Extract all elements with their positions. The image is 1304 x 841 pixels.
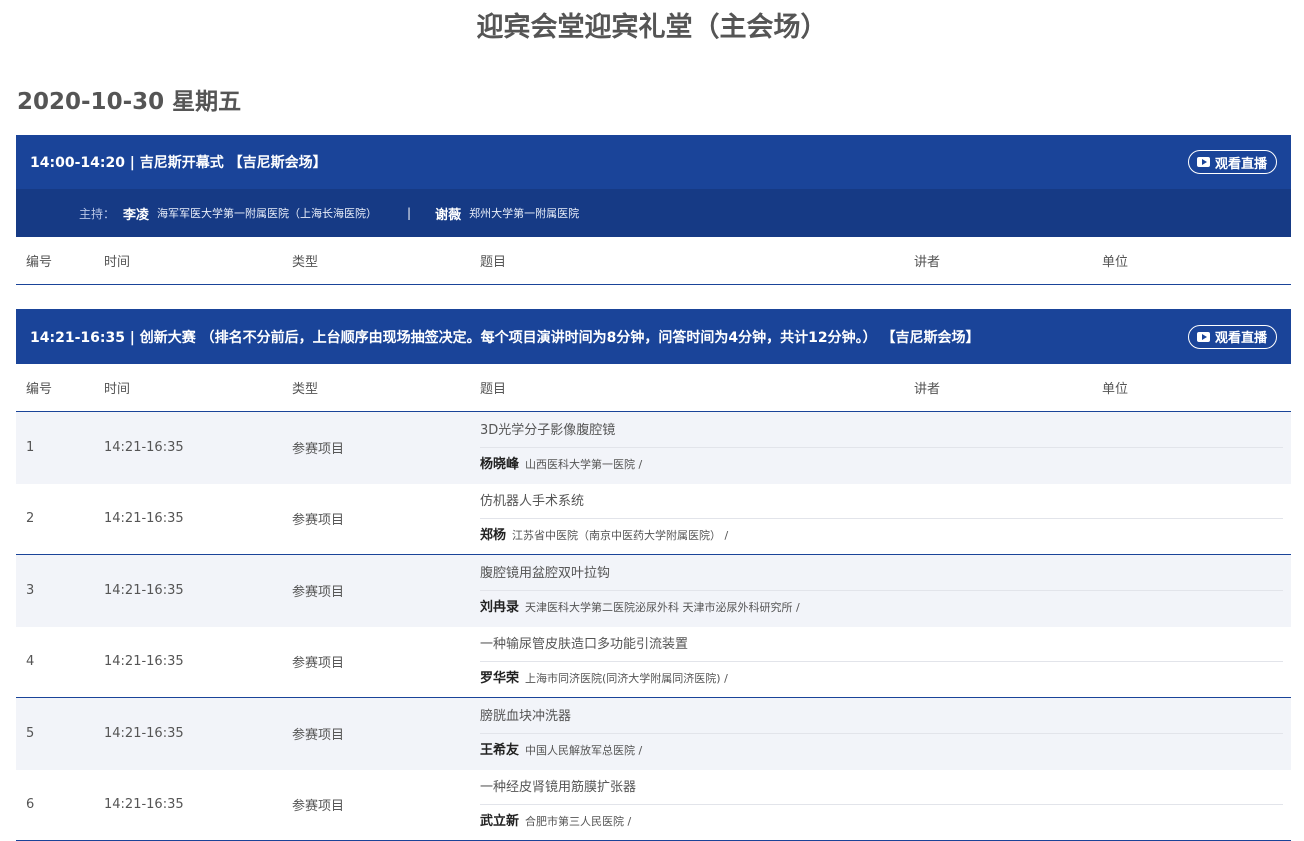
row-number: 4 [26, 654, 35, 670]
topic-speaker: 王希友 中国人民解放军总医院 / [480, 734, 1283, 768]
row-time: 14:21-16:35 [104, 440, 184, 456]
watch-live-label: 观看直播 [1214, 331, 1267, 346]
speaker-name: 郑杨 [480, 527, 507, 543]
row-number: 3 [26, 583, 35, 599]
col-type: 类型 [292, 382, 319, 397]
speaker-org: 中国人民解放军总医院 / [525, 743, 643, 757]
session-header: 14:00-14:20 | 吉尼斯开幕式 【吉尼斯会场】 观看直播 [16, 135, 1291, 189]
host-org: 郑州大学第一附属医院 [469, 207, 580, 220]
col-type: 类型 [292, 255, 319, 270]
table-row: 1 14:21-16:35 参赛项目 3D光学分子影像腹腔镜 杨晓峰 山西医科大学… [16, 412, 1291, 484]
col-time: 时间 [104, 382, 131, 397]
topic-speaker: 刘冉录 天津医科大学第二医院泌尿外科 天津市泌尿外科研究所 / [480, 591, 1283, 625]
table-header: 编号 时间 类型 题目 讲者 单位 [16, 237, 1291, 285]
watch-live-label: 观看直播 [1214, 156, 1267, 172]
col-speaker: 讲者 [914, 255, 941, 270]
row-topic: 3D光学分子影像腹腔镜 杨晓峰 山西医科大学第一医院 / [480, 414, 1291, 482]
speaker-name: 杨晓峰 [480, 456, 520, 472]
col-topic: 题目 [480, 382, 507, 397]
topic-title: 一种输尿管皮肤造口多功能引流装置 [480, 628, 1283, 662]
watch-live-button[interactable]: 观看直播 [1187, 150, 1277, 174]
speaker-name: 武立新 [480, 813, 520, 829]
topic-title: 一种经皮肾镜用筋膜扩张器 [480, 771, 1283, 805]
row-topic: 一种经皮肾镜用筋膜扩张器 武立新 合肥市第三人民医院 / [480, 771, 1291, 839]
row-time: 14:21-16:35 [104, 511, 184, 527]
speaker-name: 罗华荣 [480, 670, 520, 686]
page-title: 迎宾会堂迎宾礼堂（主会场） [476, 12, 828, 43]
row-number: 6 [26, 797, 35, 813]
row-type: 参赛项目 [292, 442, 345, 458]
row-topic: 腹腔镜用盆腔双叶拉钩 刘冉录 天津医科大学第二医院泌尿外科 天津市泌尿外科研究所 … [480, 557, 1291, 625]
row-type: 参赛项目 [292, 728, 345, 744]
row-type: 参赛项目 [292, 799, 345, 815]
host-bar: 主持： 李凌 海军军医大学第一附属医院（上海长海医院） | 谢薇 郑州大学第一附… [16, 189, 1291, 237]
table-row: 2 14:21-16:35 参赛项目 仿机器人手术系统 郑杨 江苏省中医院（南京中… [16, 484, 1291, 555]
table-row: 3 14:21-16:35 参赛项目 腹腔镜用盆腔双叶拉钩 刘冉录 天津医科大学第… [16, 555, 1291, 627]
host-label: 主持： [79, 206, 116, 221]
topic-title: 膀胱血块冲洗器 [480, 700, 1283, 734]
host-name: 李凌 [123, 207, 150, 223]
session-header: 14:21-16:35 | 创新大赛 （排名不分前后，上台顺序由现场抽签决定。每… [16, 309, 1291, 364]
topic-title: 仿机器人手术系统 [480, 485, 1283, 519]
session-title: 14:00-14:20 | 吉尼斯开幕式 【吉尼斯会场】 [30, 155, 327, 171]
row-time: 14:21-16:35 [104, 726, 184, 742]
row-time: 14:21-16:35 [104, 797, 184, 813]
col-unit: 单位 [1102, 255, 1129, 270]
host-org: 海军军医大学第一附属医院（上海长海医院） [157, 207, 378, 220]
row-topic: 膀胱血块冲洗器 王希友 中国人民解放军总医院 / [480, 700, 1291, 768]
row-number: 1 [26, 440, 35, 456]
watch-live-button[interactable]: 观看直播 [1187, 324, 1277, 349]
speaker-org: 山西医科大学第一医院 / [525, 457, 643, 471]
play-icon [1196, 331, 1210, 342]
col-unit: 单位 [1102, 382, 1129, 397]
topic-speaker: 杨晓峰 山西医科大学第一医院 / [480, 448, 1283, 482]
topic-title: 腹腔镜用盆腔双叶拉钩 [480, 557, 1283, 591]
table-row: 5 14:21-16:35 参赛项目 膀胱血块冲洗器 王希友 中国人民解放军总医院… [16, 698, 1291, 770]
speaker-org: 合肥市第三人民医院 / [525, 814, 632, 828]
col-topic: 题目 [480, 255, 507, 270]
session-innovation: 14:21-16:35 | 创新大赛 （排名不分前后，上台顺序由现场抽签决定。每… [16, 309, 1291, 841]
row-type: 参赛项目 [292, 585, 345, 601]
col-time: 时间 [104, 255, 131, 270]
topic-speaker: 武立新 合肥市第三人民医院 / [480, 805, 1283, 839]
row-topic: 仿机器人手术系统 郑杨 江苏省中医院（南京中医药大学附属医院） / [480, 485, 1291, 553]
session-title: 14:21-16:35 | 创新大赛 （排名不分前后，上台顺序由现场抽签决定。每… [30, 329, 980, 346]
speaker-name: 王希友 [480, 742, 520, 758]
topic-speaker: 郑杨 江苏省中医院（南京中医药大学附属医院） / [480, 519, 1283, 553]
topic-speaker: 罗华荣 上海市同济医院(同济大学附属同济医院) / [480, 662, 1283, 696]
row-number: 5 [26, 726, 35, 742]
row-time: 14:21-16:35 [104, 583, 184, 599]
table-row: 6 14:21-16:35 参赛项目 一种经皮肾镜用筋膜扩张器 武立新 合肥市第三… [16, 770, 1291, 841]
speaker-org: 上海市同济医院(同济大学附属同济医院) / [525, 671, 728, 685]
speaker-org: 江苏省中医院（南京中医药大学附属医院） / [512, 528, 729, 542]
row-time: 14:21-16:35 [104, 654, 184, 670]
col-number: 编号 [26, 255, 53, 270]
play-icon [1196, 157, 1210, 167]
session-opening: 14:00-14:20 | 吉尼斯开幕式 【吉尼斯会场】 观看直播 主持： 李凌… [16, 135, 1291, 285]
host-name: 谢薇 [435, 207, 462, 223]
row-number: 2 [26, 511, 35, 527]
row-type: 参赛项目 [292, 513, 345, 529]
row-type: 参赛项目 [292, 656, 345, 672]
speaker-org: 天津医科大学第二医院泌尿外科 天津市泌尿外科研究所 / [525, 600, 800, 614]
speaker-name: 刘冉录 [480, 599, 520, 615]
date-heading: 2020-10-30 星期五 [17, 89, 242, 115]
row-topic: 一种输尿管皮肤造口多功能引流装置 罗华荣 上海市同济医院(同济大学附属同济医院) … [480, 628, 1291, 696]
table-row: 4 14:21-16:35 参赛项目 一种输尿管皮肤造口多功能引流装置 罗华荣上… [16, 627, 1291, 698]
table-header: 编号 时间 类型 题目 讲者 单位 [16, 364, 1291, 412]
host-separator: | [407, 206, 412, 220]
topic-title: 3D光学分子影像腹腔镜 [480, 414, 1283, 448]
col-number: 编号 [26, 382, 53, 397]
col-speaker: 讲者 [914, 382, 941, 397]
